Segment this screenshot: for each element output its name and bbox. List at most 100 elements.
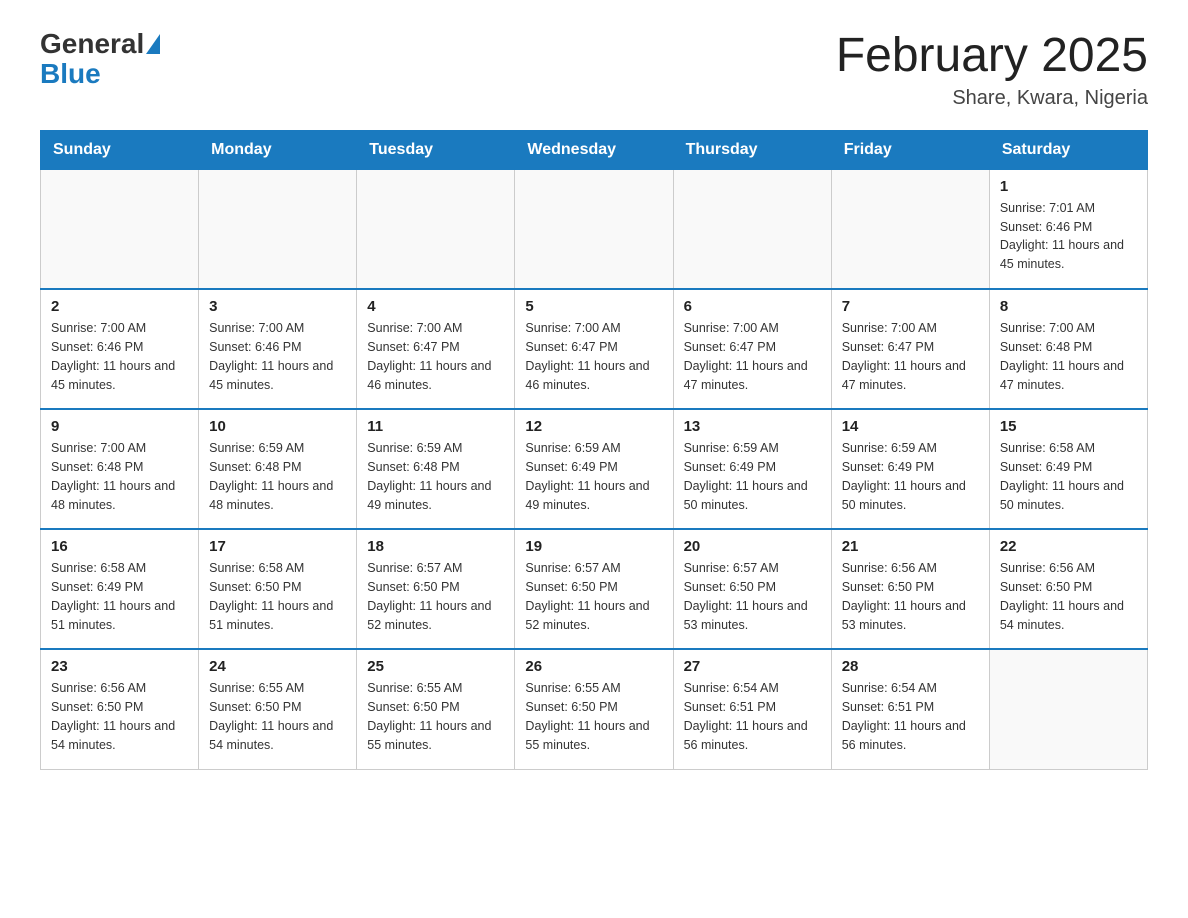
day-info: Sunrise: 6:55 AMSunset: 6:50 PMDaylight:… — [209, 679, 346, 754]
weekday-header-sunday: Sunday — [41, 130, 199, 169]
calendar-cell: 28 Sunrise: 6:54 AMSunset: 6:51 PMDayligh… — [831, 649, 989, 769]
day-info: Sunrise: 6:55 AMSunset: 6:50 PMDaylight:… — [367, 679, 504, 754]
day-info: Sunrise: 6:58 AMSunset: 6:49 PMDaylight:… — [1000, 439, 1137, 514]
day-info: Sunrise: 7:00 AMSunset: 6:48 PMDaylight:… — [51, 439, 188, 514]
day-number: 1 — [1000, 178, 1137, 195]
day-info: Sunrise: 6:58 AMSunset: 6:49 PMDaylight:… — [51, 559, 188, 634]
day-number: 20 — [684, 538, 821, 555]
day-info: Sunrise: 6:59 AMSunset: 6:48 PMDaylight:… — [209, 439, 346, 514]
logo: General Blue — [40, 30, 162, 90]
month-title: February 2025 — [836, 30, 1148, 83]
calendar-cell: 9 Sunrise: 7:00 AMSunset: 6:48 PMDaylight… — [41, 409, 199, 529]
weekday-header-tuesday: Tuesday — [357, 130, 515, 169]
day-info: Sunrise: 6:54 AMSunset: 6:51 PMDaylight:… — [842, 679, 979, 754]
weekday-header-friday: Friday — [831, 130, 989, 169]
calendar-cell — [357, 169, 515, 289]
day-number: 15 — [1000, 418, 1137, 435]
day-number: 13 — [684, 418, 821, 435]
logo-triangle-icon — [146, 34, 160, 54]
calendar-cell: 24 Sunrise: 6:55 AMSunset: 6:50 PMDayligh… — [199, 649, 357, 769]
weekday-header-row: SundayMondayTuesdayWednesdayThursdayFrid… — [41, 130, 1148, 169]
day-info: Sunrise: 7:01 AMSunset: 6:46 PMDaylight:… — [1000, 199, 1137, 274]
calendar-table: SundayMondayTuesdayWednesdayThursdayFrid… — [40, 130, 1148, 770]
calendar-cell: 7 Sunrise: 7:00 AMSunset: 6:47 PMDaylight… — [831, 289, 989, 409]
day-number: 21 — [842, 538, 979, 555]
calendar-cell: 14 Sunrise: 6:59 AMSunset: 6:49 PMDayligh… — [831, 409, 989, 529]
calendar-cell — [41, 169, 199, 289]
calendar-week-row: 23 Sunrise: 6:56 AMSunset: 6:50 PMDayligh… — [41, 649, 1148, 769]
day-number: 16 — [51, 538, 188, 555]
day-info: Sunrise: 7:00 AMSunset: 6:47 PMDaylight:… — [367, 319, 504, 394]
calendar-week-row: 9 Sunrise: 7:00 AMSunset: 6:48 PMDaylight… — [41, 409, 1148, 529]
day-info: Sunrise: 6:59 AMSunset: 6:49 PMDaylight:… — [842, 439, 979, 514]
day-number: 6 — [684, 298, 821, 315]
day-info: Sunrise: 7:00 AMSunset: 6:46 PMDaylight:… — [209, 319, 346, 394]
calendar-cell: 17 Sunrise: 6:58 AMSunset: 6:50 PMDayligh… — [199, 529, 357, 649]
day-number: 23 — [51, 658, 188, 675]
day-number: 24 — [209, 658, 346, 675]
day-number: 17 — [209, 538, 346, 555]
day-info: Sunrise: 6:57 AMSunset: 6:50 PMDaylight:… — [684, 559, 821, 634]
location-subtitle: Share, Kwara, Nigeria — [836, 87, 1148, 110]
calendar-cell: 12Sunrise: 6:59 AMSunset: 6:49 PMDayligh… — [515, 409, 673, 529]
calendar-cell: 13 Sunrise: 6:59 AMSunset: 6:49 PMDayligh… — [673, 409, 831, 529]
day-number: 5 — [525, 298, 662, 315]
calendar-week-row: 2 Sunrise: 7:00 AMSunset: 6:46 PMDaylight… — [41, 289, 1148, 409]
day-info: Sunrise: 6:56 AMSunset: 6:50 PMDaylight:… — [51, 679, 188, 754]
calendar-cell: 23 Sunrise: 6:56 AMSunset: 6:50 PMDayligh… — [41, 649, 199, 769]
calendar-week-row: 1 Sunrise: 7:01 AMSunset: 6:46 PMDaylight… — [41, 169, 1148, 289]
calendar-cell: 16 Sunrise: 6:58 AMSunset: 6:49 PMDayligh… — [41, 529, 199, 649]
logo-general-text: General — [40, 30, 144, 58]
day-number: 28 — [842, 658, 979, 675]
day-number: 22 — [1000, 538, 1137, 555]
calendar-cell: 5 Sunrise: 7:00 AMSunset: 6:47 PMDaylight… — [515, 289, 673, 409]
calendar-cell: 19 Sunrise: 6:57 AMSunset: 6:50 PMDayligh… — [515, 529, 673, 649]
weekday-header-saturday: Saturday — [989, 130, 1147, 169]
day-info: Sunrise: 7:00 AMSunset: 6:47 PMDaylight:… — [842, 319, 979, 394]
day-number: 2 — [51, 298, 188, 315]
day-info: Sunrise: 7:00 AMSunset: 6:48 PMDaylight:… — [1000, 319, 1137, 394]
calendar-cell: 6Sunrise: 7:00 AMSunset: 6:47 PMDaylight… — [673, 289, 831, 409]
weekday-header-thursday: Thursday — [673, 130, 831, 169]
calendar-cell: 11 Sunrise: 6:59 AMSunset: 6:48 PMDayligh… — [357, 409, 515, 529]
calendar-cell: 26 Sunrise: 6:55 AMSunset: 6:50 PMDayligh… — [515, 649, 673, 769]
calendar-cell — [515, 169, 673, 289]
calendar-cell: 8Sunrise: 7:00 AMSunset: 6:48 PMDaylight… — [989, 289, 1147, 409]
day-info: Sunrise: 7:00 AMSunset: 6:47 PMDaylight:… — [525, 319, 662, 394]
title-section: February 2025 Share, Kwara, Nigeria — [836, 30, 1148, 110]
day-number: 27 — [684, 658, 821, 675]
calendar-cell: 10 Sunrise: 6:59 AMSunset: 6:48 PMDayligh… — [199, 409, 357, 529]
calendar-week-row: 16 Sunrise: 6:58 AMSunset: 6:49 PMDayligh… — [41, 529, 1148, 649]
day-number: 19 — [525, 538, 662, 555]
day-info: Sunrise: 6:59 AMSunset: 6:49 PMDaylight:… — [525, 439, 662, 514]
day-number: 7 — [842, 298, 979, 315]
day-info: Sunrise: 6:59 AMSunset: 6:49 PMDaylight:… — [684, 439, 821, 514]
calendar-cell: 15 Sunrise: 6:58 AMSunset: 6:49 PMDayligh… — [989, 409, 1147, 529]
day-number: 11 — [367, 418, 504, 435]
day-info: Sunrise: 6:56 AMSunset: 6:50 PMDaylight:… — [1000, 559, 1137, 634]
day-info: Sunrise: 6:57 AMSunset: 6:50 PMDaylight:… — [525, 559, 662, 634]
calendar-cell: 20 Sunrise: 6:57 AMSunset: 6:50 PMDayligh… — [673, 529, 831, 649]
day-info: Sunrise: 6:59 AMSunset: 6:48 PMDaylight:… — [367, 439, 504, 514]
calendar-cell: 1 Sunrise: 7:01 AMSunset: 6:46 PMDaylight… — [989, 169, 1147, 289]
day-info: Sunrise: 6:57 AMSunset: 6:50 PMDaylight:… — [367, 559, 504, 634]
calendar-cell — [831, 169, 989, 289]
day-number: 25 — [367, 658, 504, 675]
day-info: Sunrise: 6:55 AMSunset: 6:50 PMDaylight:… — [525, 679, 662, 754]
calendar-cell: 25 Sunrise: 6:55 AMSunset: 6:50 PMDayligh… — [357, 649, 515, 769]
day-number: 26 — [525, 658, 662, 675]
day-info: Sunrise: 6:56 AMSunset: 6:50 PMDaylight:… — [842, 559, 979, 634]
calendar-cell: 27 Sunrise: 6:54 AMSunset: 6:51 PMDayligh… — [673, 649, 831, 769]
day-number: 18 — [367, 538, 504, 555]
day-number: 9 — [51, 418, 188, 435]
day-info: Sunrise: 6:54 AMSunset: 6:51 PMDaylight:… — [684, 679, 821, 754]
calendar-cell — [989, 649, 1147, 769]
calendar-cell: 18 Sunrise: 6:57 AMSunset: 6:50 PMDayligh… — [357, 529, 515, 649]
day-info: Sunrise: 6:58 AMSunset: 6:50 PMDaylight:… — [209, 559, 346, 634]
calendar-cell — [673, 169, 831, 289]
day-number: 14 — [842, 418, 979, 435]
calendar-cell: 4 Sunrise: 7:00 AMSunset: 6:47 PMDaylight… — [357, 289, 515, 409]
day-number: 4 — [367, 298, 504, 315]
weekday-header-wednesday: Wednesday — [515, 130, 673, 169]
day-number: 10 — [209, 418, 346, 435]
